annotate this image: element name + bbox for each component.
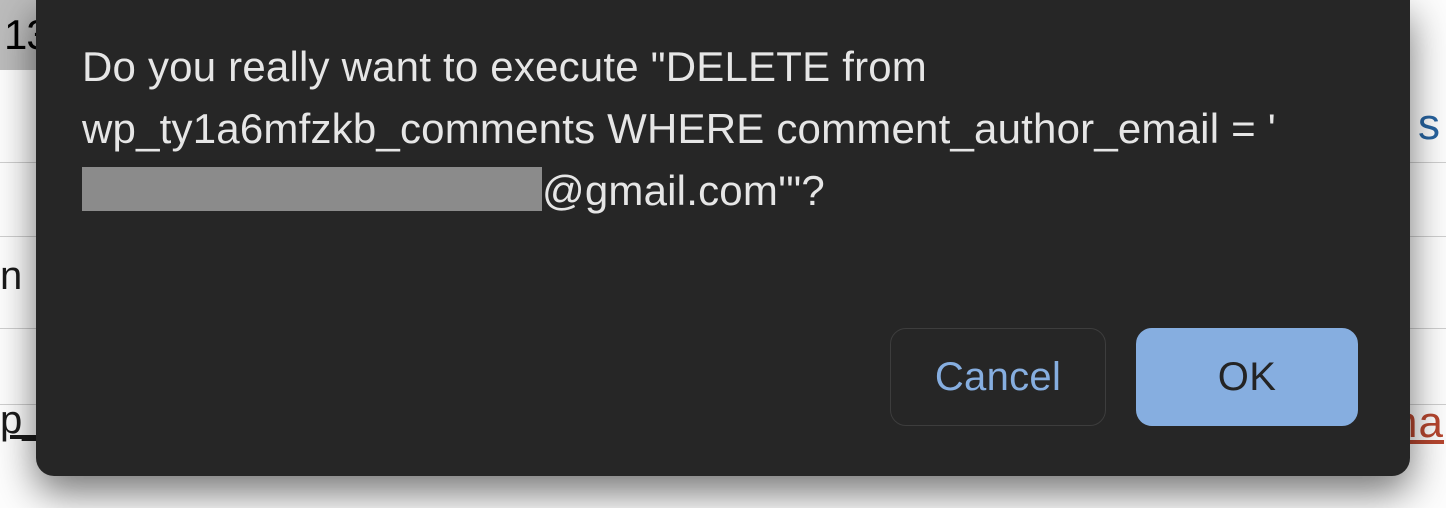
bg-clipped-text-left-mid: n — [0, 254, 22, 299]
dialog-message-pre: Do you really want to execute "DELETE fr… — [82, 43, 1276, 152]
redacted-email-local-part — [82, 167, 542, 211]
dialog-button-row: Cancel OK — [82, 328, 1364, 436]
cancel-button[interactable]: Cancel — [890, 328, 1106, 426]
dialog-message: Do you really want to execute "DELETE fr… — [82, 36, 1364, 222]
confirm-dialog: Do you really want to execute "DELETE fr… — [36, 0, 1410, 476]
dialog-message-post: @gmail.com'"? — [542, 167, 825, 214]
ok-button[interactable]: OK — [1136, 328, 1358, 426]
bg-clipped-text-right-top: s — [1418, 100, 1446, 150]
